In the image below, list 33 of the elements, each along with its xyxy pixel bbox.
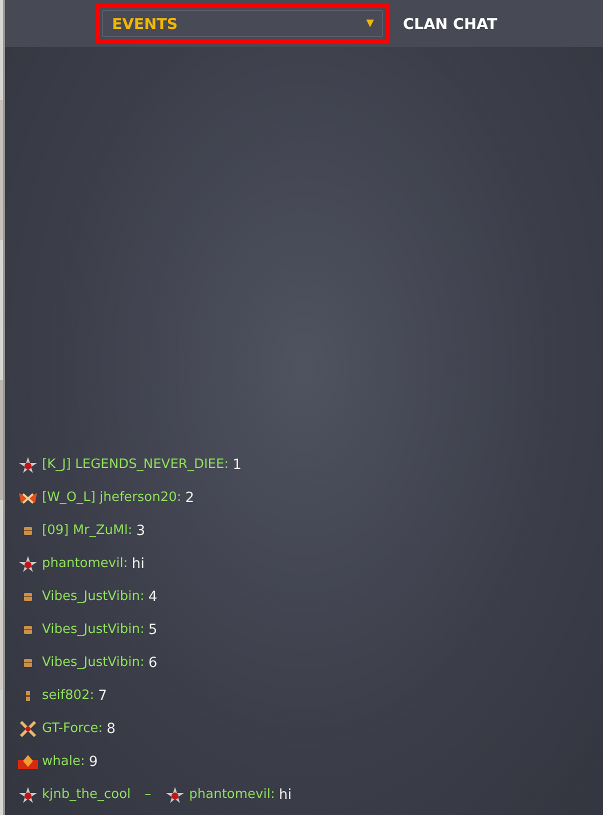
dash-text: – [144, 787, 152, 802]
player-name[interactable]: Vibes_JustVibin: [42, 589, 144, 604]
player-name[interactable]: phantomevil: [42, 556, 128, 571]
message-text: 3 [136, 522, 146, 538]
message-text: 7 [98, 688, 108, 704]
player-name[interactable]: Vibes_JustVibin: [42, 622, 144, 637]
message-text: 5 [148, 622, 158, 638]
message-text: 9 [88, 754, 98, 770]
message-text: 8 [106, 720, 116, 736]
message-text: 6 [148, 654, 158, 670]
player-name[interactable]: phantomevil: [189, 787, 275, 802]
player-name[interactable]: seif802: [42, 688, 94, 703]
player-name[interactable]: Vibes_JustVibin: [42, 655, 144, 670]
clan-chat-tab[interactable]: CLAN CHAT [403, 14, 498, 32]
message-text: 4 [148, 588, 158, 604]
events-dropdown[interactable]: EVENTS ▼ [102, 10, 383, 37]
star-rank-icon [18, 786, 38, 802]
message-text: hi [278, 786, 292, 802]
player-name[interactable]: [09] Mr_ZuMl: [42, 523, 132, 538]
player-name[interactable]: GT-Force: [42, 721, 103, 736]
star-rank-icon [18, 456, 38, 472]
star-rank-icon [165, 786, 186, 802]
crossed-swords-icon [18, 720, 38, 736]
star-rank-icon [18, 556, 38, 572]
player-name[interactable]: whale: [42, 754, 85, 769]
message-text: hi [132, 556, 144, 572]
message-text: 2 [185, 490, 194, 506]
player-name[interactable]: [W_O_L] jheferson20: [42, 490, 182, 505]
caret-icon: ▼ [366, 18, 374, 29]
player-name[interactable]: [K_J] LEGENDS_NEVER_DIEE: [42, 457, 229, 472]
player-name[interactable]: kjnb_the_cool [42, 787, 131, 802]
banner-rank-icon [18, 754, 38, 770]
message-text: 1 [232, 456, 242, 472]
